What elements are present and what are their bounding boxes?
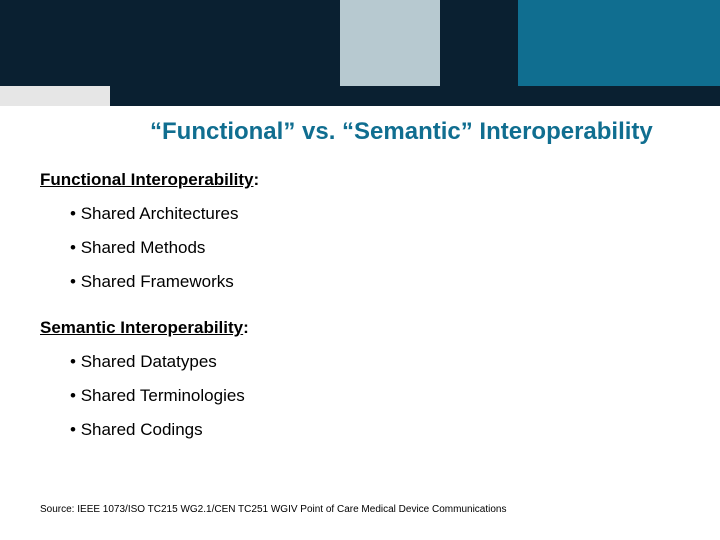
slide-title: “Functional” vs. “Semantic” Interoperabi… xyxy=(150,118,700,146)
bullet-shared-methods: Shared Methods xyxy=(70,238,205,258)
bullet-shared-datatypes: Shared Datatypes xyxy=(70,352,217,372)
section-semantic-label: Semantic Interoperability xyxy=(40,318,243,337)
section-functional-heading: Functional Interoperability: xyxy=(40,170,259,190)
bullet-shared-architectures: Shared Architectures xyxy=(70,204,239,224)
section-functional-label: Functional Interoperability xyxy=(40,170,253,189)
band-segment-4 xyxy=(518,0,720,86)
bullet-shared-terminologies: Shared Terminologies xyxy=(70,386,245,406)
section-semantic-heading: Semantic Interoperability: xyxy=(40,318,249,338)
bullet-shared-frameworks: Shared Frameworks xyxy=(70,272,234,292)
slide: “Functional” vs. “Semantic” Interoperabi… xyxy=(0,0,720,540)
band-segment-2 xyxy=(340,0,440,86)
bullet-shared-codings: Shared Codings xyxy=(70,420,203,440)
title-underbar xyxy=(110,86,720,106)
band-segment-1 xyxy=(0,0,340,86)
top-band xyxy=(0,0,720,86)
source-citation: Source: IEEE 1073/ISO TC215 WG2.1/CEN TC… xyxy=(40,504,507,515)
band-segment-3 xyxy=(440,0,518,86)
left-gray-bar xyxy=(0,86,110,106)
